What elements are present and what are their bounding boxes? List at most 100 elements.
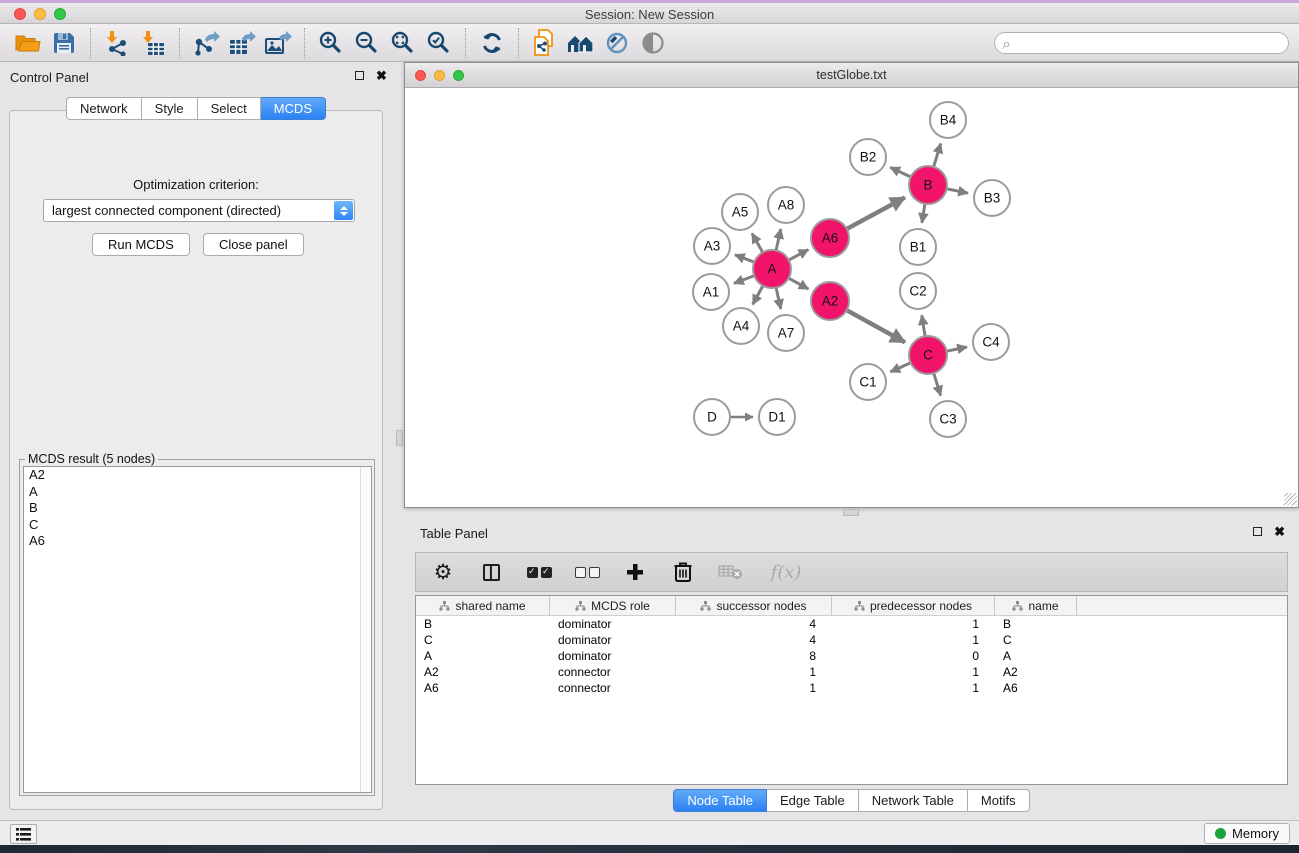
table-cell[interactable]: A6: [995, 681, 1077, 695]
graph-edge-A-A8[interactable]: [776, 229, 781, 251]
add-column-icon[interactable]: [622, 559, 648, 585]
close-panel-icon[interactable]: ✖: [1274, 527, 1285, 536]
table-settings-icon[interactable]: ⚙: [430, 559, 456, 585]
mcds-result-item[interactable]: B: [24, 500, 371, 517]
table-cell[interactable]: dominator: [550, 617, 676, 631]
mcds-result-item[interactable]: C: [24, 517, 371, 534]
search-input[interactable]: [994, 32, 1289, 54]
tab-node-table[interactable]: Node Table: [673, 789, 767, 812]
graph-edge-B-B3[interactable]: [946, 189, 968, 194]
table-row[interactable]: Bdominator41B: [416, 616, 1287, 632]
graph-node-A3[interactable]: A3: [694, 228, 730, 264]
network-window-titlebar[interactable]: testGlobe.txt: [405, 63, 1298, 88]
select-all-icon[interactable]: [526, 559, 552, 585]
table-cell[interactable]: connector: [550, 665, 676, 679]
delete-table-icon[interactable]: [718, 559, 744, 585]
export-image-icon[interactable]: [260, 27, 296, 59]
graph-node-A4[interactable]: A4: [723, 308, 759, 344]
tab-mcds[interactable]: MCDS: [261, 97, 326, 120]
graph-edge-A-A5[interactable]: [752, 233, 763, 253]
table-cell[interactable]: 1: [676, 681, 832, 695]
column-header-MCDS-role[interactable]: MCDS role: [550, 596, 676, 615]
table-cell[interactable]: C: [416, 633, 550, 647]
table-row[interactable]: Adominator80A: [416, 648, 1287, 664]
graph-edge-A-A6[interactable]: [788, 250, 808, 261]
resize-grip-icon[interactable]: [1284, 493, 1297, 506]
graph-edge-B-B2[interactable]: [890, 167, 911, 177]
graph-edge-A-A7[interactable]: [776, 287, 781, 309]
table-cell[interactable]: 8: [676, 649, 832, 663]
table-cell[interactable]: 1: [832, 633, 995, 647]
graph-node-C1[interactable]: C1: [850, 364, 886, 400]
memory-button[interactable]: Memory: [1204, 823, 1290, 844]
table-cell[interactable]: B: [416, 617, 550, 631]
graph-node-B2[interactable]: B2: [850, 139, 886, 175]
table-cell[interactable]: A2: [995, 665, 1077, 679]
zoom-fit-icon[interactable]: [385, 27, 421, 59]
tab-select[interactable]: Select: [198, 97, 261, 120]
graph-edge-B-B4[interactable]: [933, 144, 940, 168]
table-cell[interactable]: 1: [832, 665, 995, 679]
zoom-selected-icon[interactable]: [421, 27, 457, 59]
open-session-icon[interactable]: [10, 27, 46, 59]
mcds-result-list[interactable]: A2ABCA6: [23, 466, 372, 793]
graph-node-A1[interactable]: A1: [693, 274, 729, 310]
tab-network-table[interactable]: Network Table: [859, 789, 968, 812]
criterion-dropdown[interactable]: largest connected component (directed): [43, 199, 355, 222]
graph-edge-A-A1[interactable]: [734, 275, 755, 283]
table-row[interactable]: Cdominator41C: [416, 632, 1287, 648]
panel-splitter-handle[interactable]: [843, 509, 859, 516]
function-builder-icon[interactable]: f(x): [766, 559, 806, 585]
graph-node-B3[interactable]: B3: [974, 180, 1010, 216]
table-cell[interactable]: B: [995, 617, 1077, 631]
graph-edge-A6-B[interactable]: [846, 198, 905, 230]
graph-edge-A-A4[interactable]: [753, 285, 764, 305]
table-cell[interactable]: dominator: [550, 633, 676, 647]
table-cell[interactable]: 1: [832, 617, 995, 631]
table-row[interactable]: A2connector11A2: [416, 664, 1287, 680]
import-network-icon[interactable]: [99, 27, 135, 59]
zoom-in-icon[interactable]: [313, 27, 349, 59]
graph-node-C2[interactable]: C2: [900, 273, 936, 309]
graph-node-C[interactable]: C: [909, 336, 947, 374]
graph-node-B[interactable]: B: [909, 166, 947, 204]
network-graph-canvas[interactable]: B4B2BB3A8A5A6A3B1AA1C2A2A4A7C4CC1DD1C3: [405, 88, 1298, 507]
graph-node-D1[interactable]: D1: [759, 399, 795, 435]
graph-node-B4[interactable]: B4: [930, 102, 966, 138]
table-cell[interactable]: 4: [676, 617, 832, 631]
hide-graphics-details-icon[interactable]: [599, 27, 635, 59]
mcds-result-item[interactable]: A6: [24, 533, 371, 550]
refresh-icon[interactable]: [474, 27, 510, 59]
graph-edge-A-A2[interactable]: [788, 278, 809, 289]
graph-node-C3[interactable]: C3: [930, 401, 966, 437]
table-cell[interactable]: C: [995, 633, 1077, 647]
table-cell[interactable]: 4: [676, 633, 832, 647]
show-columns-icon[interactable]: [478, 559, 504, 585]
graph-node-A[interactable]: A: [753, 250, 791, 288]
zoom-out-icon[interactable]: [349, 27, 385, 59]
graph-node-D[interactable]: D: [694, 399, 730, 435]
deselect-all-icon[interactable]: [574, 559, 600, 585]
graph-node-A6[interactable]: A6: [811, 219, 849, 257]
save-session-icon[interactable]: [46, 27, 82, 59]
graph-edge-C-C4[interactable]: [946, 347, 967, 351]
graph-node-A7[interactable]: A7: [768, 315, 804, 351]
table-cell[interactable]: A2: [416, 665, 550, 679]
table-cell[interactable]: 1: [676, 665, 832, 679]
graph-node-A5[interactable]: A5: [722, 194, 758, 230]
new-network-from-selection-icon[interactable]: [527, 27, 563, 59]
table-row[interactable]: A6connector11A6: [416, 680, 1287, 696]
column-header-name[interactable]: name: [995, 596, 1077, 615]
run-mcds-button[interactable]: Run MCDS: [92, 233, 190, 256]
graph-node-B1[interactable]: B1: [900, 229, 936, 265]
export-table-icon[interactable]: [224, 27, 260, 59]
tab-style[interactable]: Style: [142, 97, 198, 120]
tab-edge-table[interactable]: Edge Table: [767, 789, 859, 812]
table-cell[interactable]: 0: [832, 649, 995, 663]
float-panel-icon[interactable]: [1253, 527, 1262, 536]
table-cell[interactable]: 1: [832, 681, 995, 695]
tab-motifs[interactable]: Motifs: [968, 789, 1030, 812]
float-panel-icon[interactable]: [355, 71, 364, 80]
column-header-successor-nodes[interactable]: successor nodes: [676, 596, 832, 615]
table-cell[interactable]: A: [416, 649, 550, 663]
